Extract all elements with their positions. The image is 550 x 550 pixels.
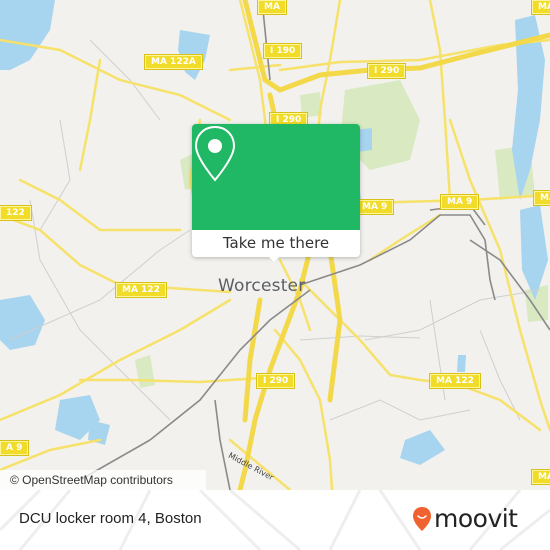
moovit-logo[interactable]: moovit bbox=[412, 503, 518, 535]
route-shield-ma122-west-edge: 122 bbox=[0, 205, 32, 221]
map-attribution[interactable]: © OpenStreetMap contributors bbox=[0, 470, 206, 490]
route-shield-ma9-east: MA 9 bbox=[354, 199, 395, 215]
route-shield-ma-top: MA bbox=[257, 0, 287, 15]
popup-header bbox=[192, 124, 360, 230]
moovit-pin-icon bbox=[413, 507, 431, 531]
footer: DCU locker room 4, Boston moovit bbox=[0, 490, 550, 550]
route-shield-ma-top-right: MA bbox=[531, 0, 550, 15]
route-shield-ma-122a: MA 122A bbox=[144, 54, 203, 70]
location-popup: Take me there bbox=[192, 124, 360, 262]
route-shield-ma9-east-edge: MA bbox=[533, 190, 550, 206]
route-shield-ma122-west: MA 122 bbox=[115, 282, 167, 298]
route-shield-i290-south: I 290 bbox=[255, 373, 296, 389]
route-shield-i190: I 190 bbox=[262, 43, 303, 59]
brand-name: moovit bbox=[434, 504, 518, 533]
route-shield-ma-bottom-edge: MA bbox=[531, 469, 550, 485]
route-shield-ma9-west-edge: A 9 bbox=[0, 440, 30, 456]
popup-pointer bbox=[267, 255, 281, 262]
place-name: DCU locker room 4, Boston bbox=[19, 510, 202, 527]
location-pin-icon bbox=[194, 125, 236, 182]
city-label-worcester: Worcester bbox=[218, 276, 306, 296]
take-me-there-button[interactable]: Take me there bbox=[192, 230, 360, 257]
route-shield-ma122-east: MA 122 bbox=[429, 373, 481, 389]
map[interactable]: MA 122A I 190 I 290 I 290 I 290 122 MA 1… bbox=[0, 0, 550, 490]
route-shield-i290-east: I 290 bbox=[366, 63, 407, 79]
route-shield-ma9-center: MA 9 bbox=[439, 194, 480, 210]
